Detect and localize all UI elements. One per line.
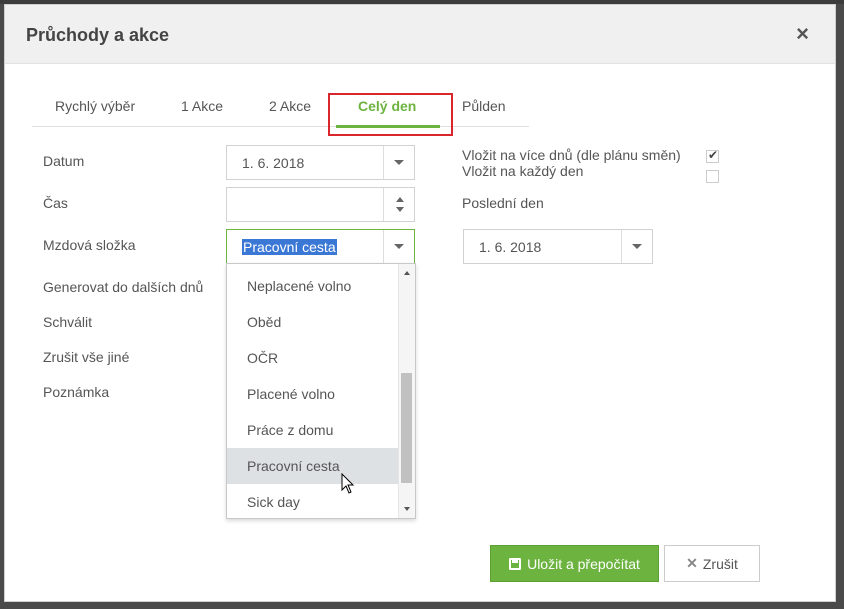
dialog: Průchody a akce × Rychlý výběr 1 Akce 2 … (4, 4, 836, 602)
dialog-header: Průchody a akce × (5, 5, 835, 64)
spin-down-icon[interactable] (396, 207, 404, 212)
save-button-label: Uložit a přepočítat (527, 555, 640, 572)
cas-input[interactable] (226, 187, 415, 222)
scrollbar-thumb[interactable] (401, 373, 412, 483)
dialog-title: Průchody a akce (26, 25, 170, 45)
cancel-button[interactable]: ✕ Zrušit (664, 545, 760, 582)
option-prace-z-domu[interactable]: Práce z domu (227, 412, 399, 448)
poznamka-label: Poznámka (43, 384, 110, 400)
tab-2-akce[interactable]: 2 Akce (269, 98, 311, 114)
option-pracovni-cesta[interactable]: Pracovní cesta (227, 448, 399, 484)
close-icon[interactable]: × (796, 22, 809, 46)
option-placene-volno[interactable]: Placené volno (227, 376, 399, 412)
save-recalculate-button[interactable]: Uložit a přepočítat (490, 545, 659, 582)
selected-text: Pracovní cesta (242, 239, 337, 255)
mzdova-slozka-label: Mzdová složka (43, 237, 136, 253)
separator (383, 146, 384, 179)
chevron-down-icon[interactable] (394, 160, 404, 165)
option-sick-day[interactable]: Sick day (227, 484, 399, 518)
kazdy-den-checkbox[interactable] (706, 170, 719, 183)
option-neplacene-volno[interactable]: Neplacené volno (227, 268, 399, 304)
scroll-down-icon[interactable] (404, 507, 410, 511)
mouse-cursor-icon (341, 473, 355, 494)
checkmark-icon: ✔ (708, 148, 719, 162)
datum-label: Datum (43, 153, 85, 169)
vice-dnu-label: Vložit na více dnů (dle plánu směn) (462, 147, 681, 163)
scroll-up-icon[interactable] (404, 271, 410, 275)
x-icon: ✕ (686, 555, 698, 571)
posledni-den-select[interactable]: 1. 6. 2018 (463, 229, 653, 264)
datum-value: 1. 6. 2018 (242, 155, 305, 171)
cancel-button-label: Zrušit (702, 555, 738, 572)
option-obed[interactable]: Oběd (227, 304, 399, 340)
floppy-disk-icon (509, 557, 522, 570)
mzdova-slozka-dropdown[interactable]: Neplacené volno Oběd OČR Placené volno P… (226, 263, 416, 519)
posledni-den-label: Poslední den (462, 195, 544, 211)
tab-rychly-vyber[interactable]: Rychlý výběr (55, 98, 135, 114)
dropdown-scrollbar[interactable] (398, 264, 415, 518)
tab-bar: Rychlý výběr 1 Akce 2 Akce Celý den Půld… (32, 89, 529, 136)
separator (383, 188, 384, 221)
schvalit-label: Schválit (43, 314, 93, 330)
kazdy-den-label: Vložit na každý den (462, 163, 584, 179)
separator (383, 230, 384, 263)
generovat-label: Generovat do dalších dnů (43, 279, 204, 295)
chevron-down-icon[interactable] (632, 244, 642, 249)
cas-label: Čas (43, 195, 68, 211)
zrusit-vse-label: Zrušit vše jiné (43, 349, 130, 365)
tab-pulden[interactable]: Půlden (462, 98, 506, 114)
option-ocr[interactable]: OČR (227, 340, 399, 376)
datum-select[interactable]: 1. 6. 2018 (226, 145, 415, 180)
tab-highlight-box (328, 93, 453, 136)
mzdova-slozka-select[interactable]: Pracovní cesta (226, 229, 415, 264)
posledni-den-value: 1. 6. 2018 (479, 239, 542, 255)
chevron-down-icon[interactable] (394, 244, 404, 249)
separator (621, 230, 622, 263)
vice-dnu-checkbox[interactable]: ✔ (706, 148, 719, 163)
mzdova-slozka-value: Pracovní cesta (242, 239, 337, 255)
tab-1-akce[interactable]: 1 Akce (181, 98, 223, 114)
spin-up-icon[interactable] (396, 197, 404, 202)
